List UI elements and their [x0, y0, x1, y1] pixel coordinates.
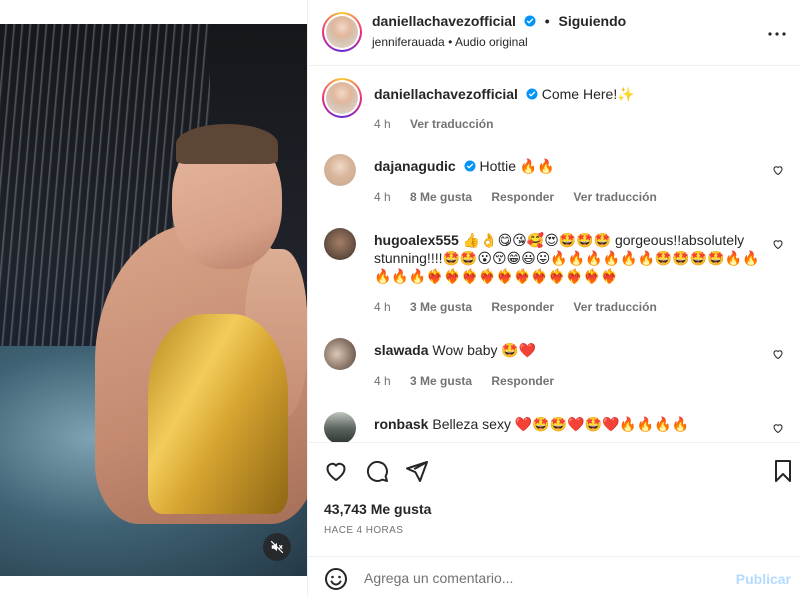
bookmark-icon[interactable]	[771, 459, 795, 483]
dot-separator: •	[544, 13, 550, 29]
caption-text: Come Here!✨	[541, 86, 635, 102]
audio-user[interactable]: jenniferauada	[372, 35, 445, 49]
caption-avatar[interactable]	[322, 78, 362, 118]
comment-composer: Publicar	[308, 556, 800, 596]
caption-username[interactable]: daniellachavezofficial	[374, 86, 518, 102]
comment-input[interactable]	[364, 567, 724, 589]
post-actions: 43,743 Me gusta HACE 4 HORAS	[308, 442, 800, 550]
heart-icon[interactable]	[772, 422, 784, 434]
post-timestamp: HACE 4 HORAS	[324, 525, 404, 536]
comment-likes[interactable]: 3 Me gusta	[410, 300, 472, 314]
audio-separator: •	[448, 35, 455, 49]
comment-likes[interactable]: 3 Me gusta	[410, 374, 472, 388]
verified-badge-icon	[464, 160, 476, 172]
verified-badge-icon	[524, 15, 536, 27]
paper-plane-icon[interactable]	[405, 459, 429, 483]
author-avatar[interactable]	[322, 12, 362, 52]
smiley-face-icon[interactable]	[324, 567, 348, 591]
verified-badge-icon	[526, 88, 538, 100]
caption-time[interactable]: 4 h	[374, 117, 391, 131]
comment-username[interactable]: ronbask	[374, 416, 428, 432]
comment-time[interactable]: 4 h	[374, 374, 391, 388]
comments-list[interactable]: daniellachavezofficial Come Here!✨ 4 h V…	[308, 66, 800, 442]
like-count[interactable]: 43,743 Me gusta	[324, 501, 431, 517]
comment-avatar[interactable]	[324, 154, 356, 186]
audio-label[interactable]: Audio original	[455, 35, 528, 49]
more-horizontal-icon[interactable]	[765, 22, 789, 46]
translate-link[interactable]: Ver traducción	[573, 300, 656, 314]
comment-time[interactable]: 4 h	[374, 300, 391, 314]
comment-text: Belleza sexy ❤️🤩🤩❤️🤩❤️🔥🔥🔥🔥	[432, 416, 690, 432]
reply-button[interactable]: Responder	[491, 374, 554, 388]
author-username[interactable]: daniellachavezofficial	[372, 13, 516, 29]
comment-username[interactable]: hugoalex555	[374, 232, 459, 248]
heart-icon[interactable]	[324, 459, 348, 483]
comment-time[interactable]: 4 h	[374, 190, 391, 204]
comment-avatar[interactable]	[324, 228, 356, 260]
post-panel: daniellachavezofficial • Siguiendo jenni…	[307, 0, 800, 596]
comment-text: Wow baby 🤩❤️	[432, 342, 537, 358]
comment-text: Hottie 🔥🔥	[479, 158, 555, 174]
comment-avatar[interactable]	[324, 338, 356, 370]
comment-avatar[interactable]	[324, 412, 356, 442]
comment-likes[interactable]: 8 Me gusta	[410, 190, 472, 204]
reply-button[interactable]: Responder	[491, 300, 554, 314]
video-player[interactable]	[0, 24, 307, 576]
reply-button[interactable]: Responder	[491, 190, 554, 204]
caption-translate-link[interactable]: Ver traducción	[410, 117, 493, 131]
post-media	[0, 0, 307, 596]
gold-swimsuit	[148, 314, 288, 514]
comment-bubble-icon[interactable]	[365, 459, 389, 483]
heart-icon[interactable]	[772, 164, 784, 176]
person-hair	[176, 124, 278, 164]
comment-username[interactable]: slawada	[374, 342, 428, 358]
comment-username[interactable]: dajanagudic	[374, 158, 456, 174]
heart-icon[interactable]	[772, 348, 784, 360]
follow-status[interactable]: Siguiendo	[559, 13, 627, 29]
speaker-muted-icon	[270, 540, 284, 554]
publish-button[interactable]: Publicar	[736, 571, 791, 587]
mute-button[interactable]	[263, 533, 291, 561]
translate-link[interactable]: Ver traducción	[573, 190, 656, 204]
post-header: daniellachavezofficial • Siguiendo jenni…	[308, 0, 800, 66]
heart-icon[interactable]	[772, 238, 784, 250]
